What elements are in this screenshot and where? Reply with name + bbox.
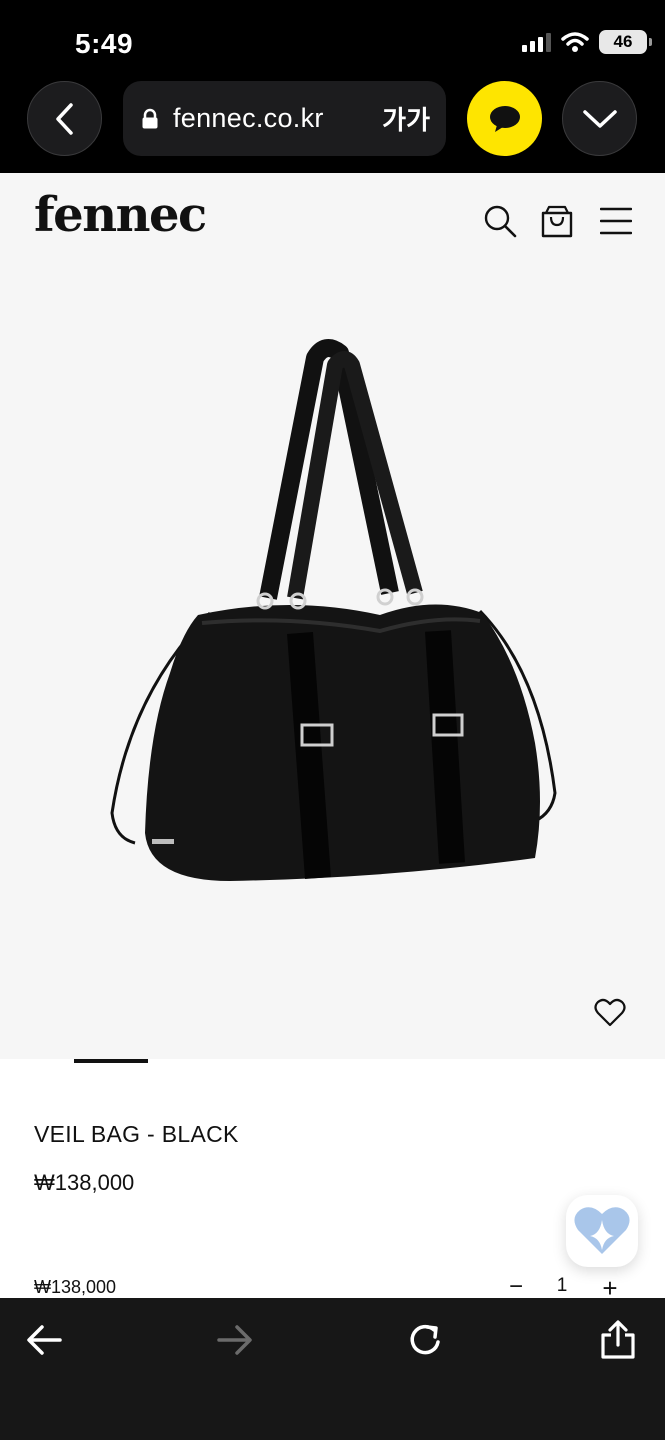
gallery-indicator [0, 1059, 665, 1065]
kakao-chat-button[interactable] [467, 81, 542, 156]
battery-icon: 46 [599, 30, 652, 54]
web-page: fennec VEIL BAG - BLACK ₩138,000 ₩138,00… [0, 173, 665, 1298]
product-gallery[interactable] [0, 263, 665, 1059]
product-image [110, 339, 557, 881]
url-text: fennec.co.kr [173, 103, 324, 133]
shopping-bag-icon[interactable] [539, 203, 575, 239]
product-price: ₩138,000 [34, 1170, 135, 1195]
back-icon [55, 102, 73, 135]
quantity-value[interactable]: 1 [552, 1275, 572, 1297]
quantity-increase-button[interactable]: + [598, 1273, 622, 1298]
heart-sparkle-icon [574, 1207, 630, 1254]
address-bar[interactable]: fennec.co.kr 가가 [123, 81, 446, 156]
site-header: fennec [0, 173, 665, 263]
kakao-chat-icon [489, 105, 520, 132]
status-bar: 5:49 46 [0, 0, 665, 80]
heart-icon[interactable] [594, 998, 626, 1028]
search-icon[interactable] [482, 203, 518, 239]
status-time: 5:49 [75, 28, 134, 59]
gallery-indicator-active [74, 1059, 148, 1063]
text-size-button[interactable]: 가가 [382, 100, 430, 137]
share-icon[interactable] [596, 1318, 640, 1362]
browser-bar: fennec.co.kr 가가 [0, 80, 665, 173]
lock-icon [141, 107, 161, 131]
reload-icon[interactable] [404, 1318, 448, 1362]
cellular-signal-icon [522, 32, 551, 52]
collapse-button[interactable] [562, 81, 637, 156]
site-logo[interactable]: fennec [34, 187, 207, 243]
quantity-decrease-button[interactable]: − [505, 1273, 527, 1298]
product-name: VEIL BAG - BLACK [34, 1121, 239, 1147]
menu-icon[interactable] [598, 203, 634, 239]
forward-arrow-icon[interactable] [213, 1318, 257, 1362]
chevron-down-icon [582, 109, 617, 128]
browser-toolbar [0, 1298, 665, 1440]
option-price: ₩138,000 [34, 1277, 117, 1297]
back-arrow-icon[interactable] [22, 1318, 66, 1362]
wifi-icon [561, 32, 589, 52]
floating-heart-button[interactable] [566, 1195, 638, 1267]
battery-level: 46 [613, 32, 633, 51]
status-icons: 46 [522, 30, 652, 54]
browser-back-button[interactable] [27, 81, 102, 156]
